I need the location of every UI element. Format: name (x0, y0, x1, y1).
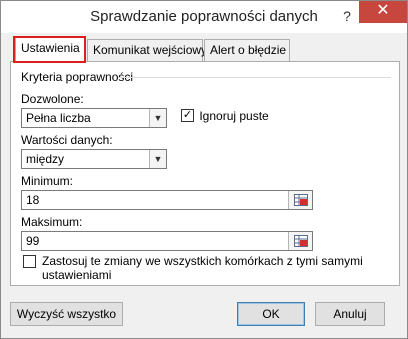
ignore-blank-option[interactable]: ✓ Ignoruj puste (181, 108, 269, 123)
minimum-label: Minimum: (21, 174, 74, 188)
maximum-value: 99 (26, 234, 40, 248)
range-select-button[interactable] (288, 191, 312, 209)
data-validation-dialog: Sprawdzanie poprawności danych ? ✕ Ustaw… (0, 0, 408, 339)
allow-label: Dozwolone: (21, 92, 84, 106)
title-bar: Sprawdzanie poprawności danych ? ✕ (1, 1, 407, 33)
allow-select-value: Pełna liczba (26, 111, 91, 125)
criteria-group-label: Kryteria poprawności (21, 70, 134, 84)
clear-all-button[interactable]: Wyczyść wszystko (10, 302, 123, 326)
apply-all-checkbox[interactable] (23, 255, 36, 268)
tab-error-alert[interactable]: Alert o błędzie (204, 39, 290, 61)
settings-panel: Kryteria poprawności Dozwolone: Pełna li… (10, 61, 400, 286)
chevron-down-icon[interactable]: ▼ (149, 150, 166, 168)
help-button[interactable]: ? (340, 7, 354, 25)
chevron-down-icon[interactable]: ▼ (149, 109, 166, 127)
ignore-blank-checkbox[interactable]: ✓ (181, 109, 194, 123)
ok-button[interactable]: OK (237, 302, 305, 326)
close-button[interactable]: ✕ (359, 1, 407, 23)
minimum-input[interactable]: 18 (21, 190, 313, 210)
range-select-button[interactable] (288, 232, 312, 250)
apply-all-label: Zastosuj te zmiany we wszystkich komórka… (42, 254, 363, 282)
maximum-input[interactable]: 99 (21, 231, 313, 251)
range-select-icon (294, 194, 308, 206)
range-select-icon (294, 235, 308, 247)
allow-select[interactable]: Pełna liczba ▼ (21, 108, 167, 128)
cancel-button[interactable]: Anuluj (315, 302, 385, 326)
minimum-value: 18 (26, 193, 40, 207)
data-label: Wartości danych: (21, 133, 113, 147)
data-select[interactable]: między ▼ (21, 149, 167, 169)
data-select-value: między (26, 152, 65, 166)
maximum-label: Maksimum: (21, 215, 83, 229)
ignore-blank-label: Ignoruj puste (199, 108, 269, 123)
tab-input-message[interactable]: Komunikat wejściowy (87, 39, 207, 61)
tab-highlight-frame (13, 36, 86, 63)
close-icon: ✕ (376, 2, 390, 19)
group-divider (118, 77, 391, 78)
